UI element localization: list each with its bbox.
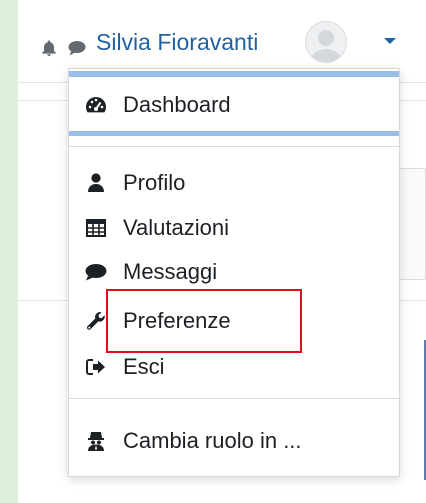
user-avatar-icon[interactable] xyxy=(305,21,347,63)
active-item-bar xyxy=(69,131,399,136)
menu-divider xyxy=(69,146,399,147)
menu-item-messaggi[interactable]: Messaggi xyxy=(85,252,385,292)
user-icon xyxy=(85,172,107,194)
page: Silvia Fioravanti Dashboard Profilo Valu… xyxy=(18,0,426,503)
wrench-icon xyxy=(85,310,107,332)
menu-item-label: Valutazioni xyxy=(123,215,229,240)
table-icon xyxy=(85,217,107,239)
background-block xyxy=(398,168,426,280)
menu-item-esci[interactable]: Esci xyxy=(85,347,385,387)
user-secret-icon xyxy=(85,430,107,452)
menu-item-valutazioni[interactable]: Valutazioni xyxy=(85,208,385,248)
menu-item-preferenze[interactable]: Preferenze xyxy=(85,301,385,341)
chat-icon[interactable] xyxy=(68,40,86,56)
comment-icon xyxy=(85,261,107,283)
user-name-link[interactable]: Silvia Fioravanti xyxy=(96,22,258,62)
bell-icon[interactable] xyxy=(40,39,58,57)
tachometer-icon xyxy=(85,94,107,116)
caret-down-icon[interactable] xyxy=(384,38,396,44)
menu-item-dashboard[interactable]: Dashboard xyxy=(85,85,385,125)
sign-out-icon xyxy=(85,356,107,378)
user-menu-dropdown: Dashboard Profilo Valutazioni Messaggi P… xyxy=(68,68,400,477)
menu-divider xyxy=(69,398,399,399)
navbar-user-area: Silvia Fioravanti xyxy=(18,12,426,68)
menu-item-label: Messaggi xyxy=(123,259,218,284)
menu-item-label: Dashboard xyxy=(123,92,231,117)
menu-item-cambia-ruolo[interactable]: Cambia ruolo in ... xyxy=(85,421,385,461)
menu-item-label: Esci xyxy=(123,354,165,379)
menu-item-label: Cambia ruolo in ... xyxy=(123,428,302,453)
menu-item-label: Preferenze xyxy=(123,308,231,333)
menu-item-label: Profilo xyxy=(123,170,186,195)
active-item-bar xyxy=(69,71,399,77)
menu-item-profilo[interactable]: Profilo xyxy=(85,163,385,203)
